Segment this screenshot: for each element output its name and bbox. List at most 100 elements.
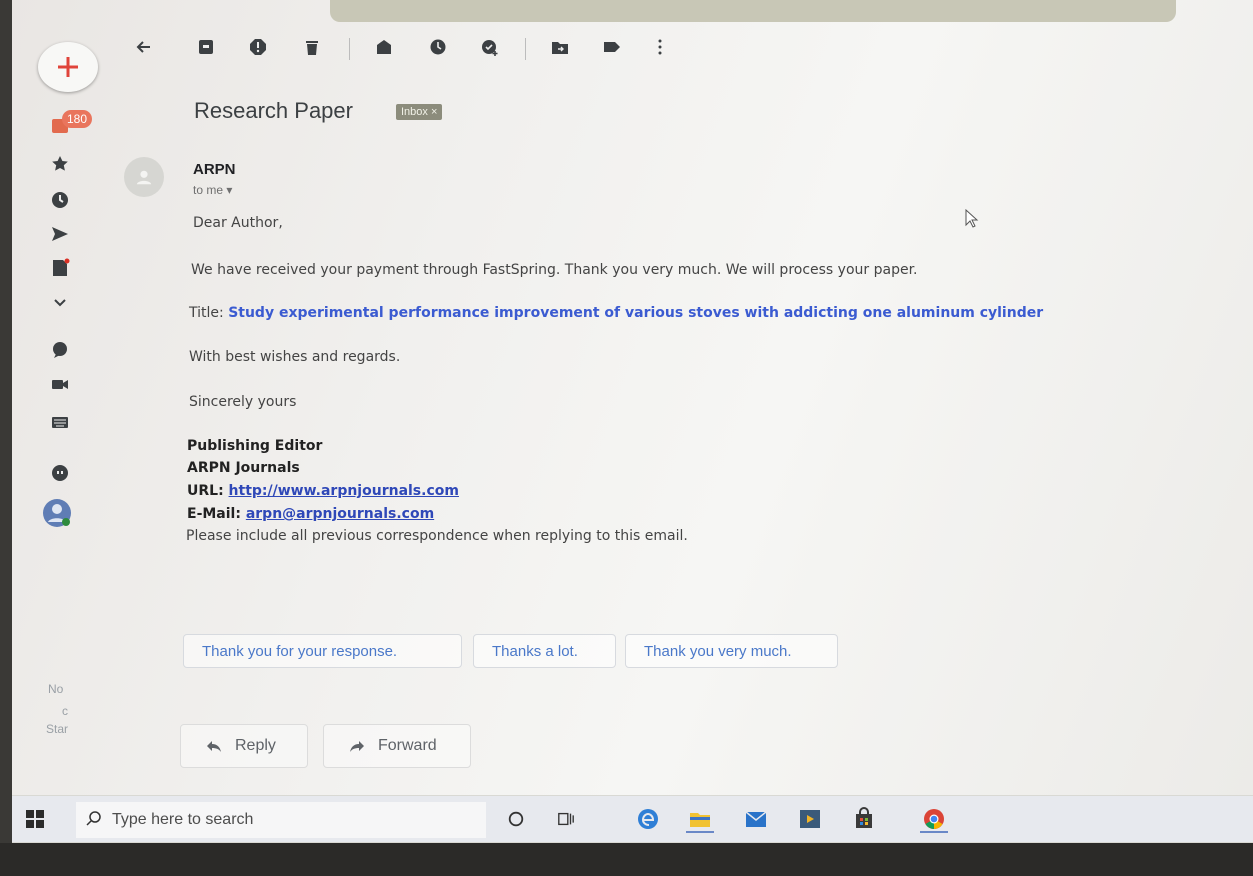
hangouts-icon [52,465,68,481]
spam-icon [250,39,266,55]
body-paragraph: We have received your payment through Fa… [191,262,918,278]
archive-button[interactable] [196,37,216,57]
add-task-icon [482,40,498,56]
sender-name: ARPN [193,161,236,178]
sidebar-item-chat[interactable] [48,338,72,362]
mouse-cursor-icon [965,209,979,228]
cortana-icon [508,811,524,827]
draft-icon [53,258,70,276]
greeting: Dear Author, [193,215,283,231]
website-link[interactable]: http://www.arpnjournals.com [229,483,459,499]
trash-icon [306,41,318,55]
monitor-bezel-left [0,0,12,876]
title-label: Title: [189,305,224,321]
sidebar-faded-text: No [48,682,64,696]
sidebar-faded-text: c [62,704,68,718]
forward-button[interactable]: Forward [323,724,471,768]
footer-note: Please include all previous corresponden… [186,528,688,544]
reply-label: Reply [235,737,276,754]
snooze-button[interactable] [428,37,448,57]
back-button[interactable] [134,37,154,57]
email-subject: Research Paper [194,98,353,123]
recipient-details[interactable]: to me ▾ [193,183,232,197]
sidebar-item-keyboard[interactable] [48,410,72,434]
screen [0,0,1253,795]
smart-reply-chip[interactable]: Thank you very much. [625,634,838,668]
toolbar-divider [349,38,350,60]
move-to-button[interactable] [550,37,570,57]
mail-app-button[interactable] [742,805,770,833]
labels-button[interactable] [602,37,622,57]
file-explorer-button[interactable] [686,805,714,833]
email-link[interactable]: arpn@arpnjournals.com [246,506,434,522]
store-button[interactable] [850,805,878,833]
inbox-label-chip[interactable]: Inbox × [396,104,443,120]
delete-button[interactable] [302,37,322,57]
paper-title-line: Title: Study experimental performance im… [189,305,1043,321]
monitor-bezel-bottom [0,843,1253,876]
add-to-tasks-button[interactable] [480,37,500,57]
signature-role: Publishing Editor [187,438,323,454]
mail-open-icon [377,40,391,54]
sidebar-item-meet[interactable] [48,372,72,396]
chrome-button[interactable] [920,805,948,833]
star-icon [52,156,68,171]
store-bag-icon [856,807,872,828]
email-label: E-Mail: [187,506,241,522]
edge-icon [638,809,658,829]
sidebar-item-starred[interactable] [48,152,72,176]
windows-taskbar: Type here to search [12,796,1253,842]
edge-browser-button[interactable] [634,805,662,833]
arrow-left-icon [136,41,150,53]
avatar-icon [43,499,71,527]
clock-icon [52,192,68,208]
sidebar-profile[interactable] [42,498,72,528]
mail-icon [745,811,767,827]
sidebar-item-hangouts[interactable] [48,462,72,486]
signature-email-line: E-Mail: arpn@arpnjournals.com [187,506,434,522]
folder-icon [690,813,710,827]
forward-icon [350,741,364,752]
more-options-button[interactable] [650,37,670,57]
unread-badge: 180 [62,110,92,128]
plus-icon [58,57,78,77]
compose-button[interactable] [38,42,98,92]
reply-icon [207,741,221,752]
sidebar-item-more[interactable] [48,290,72,314]
smart-reply-chip[interactable]: Thanks a lot. [473,634,616,668]
label-icon [604,42,620,52]
reply-button[interactable]: Reply [180,724,308,768]
active-indicator [686,831,714,833]
task-view-icon [558,812,574,826]
sidebar-item-sent[interactable] [48,222,72,246]
chat-icon [53,342,67,358]
url-label: URL: [187,483,224,499]
person-icon [136,170,152,185]
paper-title: Study experimental performance improveme… [228,305,1044,321]
more-vert-icon [658,39,662,55]
cortana-button[interactable] [502,805,530,833]
media-app-button[interactable] [796,805,824,833]
task-view-button[interactable] [552,805,580,833]
mark-unread-button[interactable] [374,37,394,57]
clock-icon [430,39,446,55]
video-camera-icon [52,380,68,389]
signature-org: ARPN Journals [187,460,300,476]
forward-label: Forward [378,737,437,754]
smart-reply-chip[interactable]: Thank you for your response. [183,634,462,668]
windows-start-icon[interactable] [26,810,44,828]
signature-url-line: URL: http://www.arpnjournals.com [187,483,459,499]
sidebar-item-drafts[interactable] [48,256,72,280]
folder-move-icon [552,42,568,54]
search-icon [86,811,101,826]
search-placeholder: Type here to search [112,811,254,828]
chevron-down-icon [54,299,66,307]
sidebar-faded-text: Star [46,722,69,736]
report-spam-button[interactable] [248,37,268,57]
archive-icon [199,40,213,54]
keyboard-icon [52,417,68,428]
toolbar-divider [525,38,526,60]
send-icon [52,227,68,241]
sidebar-item-snoozed[interactable] [48,188,72,212]
taskbar-search-input[interactable]: Type here to search [76,802,486,838]
